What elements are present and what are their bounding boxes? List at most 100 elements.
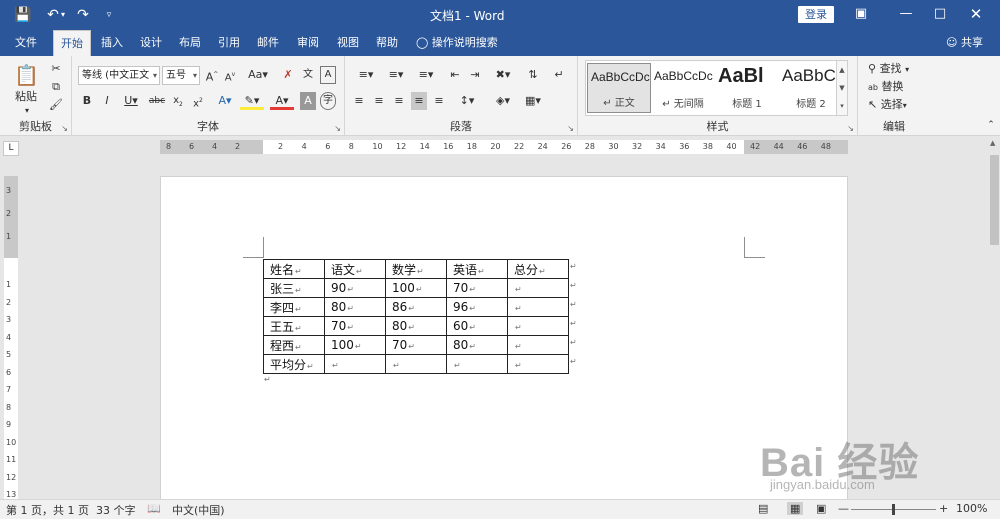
read-mode-icon[interactable]: ▤ (758, 502, 768, 515)
table-cell[interactable]: ↵ (507, 297, 569, 317)
table-cell[interactable]: 80↵ (385, 316, 447, 336)
highlight-icon[interactable]: ✎▾ (240, 92, 264, 110)
scroll-up-icon[interactable]: ▲ (990, 139, 995, 147)
superscript-icon[interactable]: x2 (190, 92, 206, 110)
shrink-font-icon[interactable]: Av (223, 66, 237, 84)
table-cell[interactable]: ↵ (507, 335, 569, 355)
customize-quick-access-icon[interactable]: ▿ (98, 5, 120, 25)
table-cell[interactable]: 100↵ (385, 278, 447, 298)
undo-dropdown-icon[interactable]: ▾ (58, 5, 68, 25)
table-cell[interactable]: 张三↵ (263, 278, 325, 298)
scroll-down-icon[interactable]: ▼ (837, 79, 847, 97)
decrease-indent-icon[interactable]: ⇤ (447, 66, 463, 84)
table-cell[interactable]: 60↵ (446, 316, 508, 336)
table-cell[interactable]: 70↵ (446, 278, 508, 298)
tab-review[interactable]: 审阅 (292, 30, 324, 56)
score-table[interactable]: 姓名↵ 语文↵ 数学↵ 英语↵ 总分↵ 张三↵ 90↵ 100↵ 70↵ ↵ 李四↵ 80↵ 86↵ 96… (263, 259, 569, 374)
table-cell[interactable]: ↵ (507, 278, 569, 298)
find-button[interactable]: ⚲ 查找 ▾ (868, 60, 928, 78)
maximize-icon[interactable]: □ (929, 4, 951, 24)
tab-mailings[interactable]: 邮件 (252, 30, 284, 56)
word-count[interactable]: 33 个字 (96, 502, 136, 518)
clipboard-launcher-icon[interactable]: ↘ (61, 124, 68, 133)
table-cell[interactable]: 李四↵ (263, 297, 325, 317)
close-icon[interactable]: ✕ (965, 4, 987, 24)
bullets-icon[interactable]: ≡▾ (353, 66, 379, 84)
font-size-combo[interactable]: 五号 ▾ (162, 66, 200, 85)
justify-icon[interactable]: ≡ (411, 92, 427, 110)
tab-file[interactable]: 文件 (8, 30, 44, 56)
table-cell[interactable]: 96↵ (446, 297, 508, 317)
proofing-icon[interactable]: 📖 (147, 502, 161, 515)
zoom-level[interactable]: 100% (956, 502, 987, 515)
table-cell[interactable]: 总分↵ (507, 259, 569, 279)
paragraph-launcher-icon[interactable]: ↘ (567, 124, 574, 133)
shading-icon[interactable]: ◈▾ (491, 92, 515, 110)
table-cell[interactable]: ↵ (324, 354, 386, 374)
table-cell[interactable]: 86↵ (385, 297, 447, 317)
table-cell[interactable]: 英语↵ (446, 259, 508, 279)
vertical-scrollbar[interactable]: ▲ (988, 137, 1000, 499)
horizontal-ruler[interactable]: 8 6 4 2 2 4 6 8 10 12 14 16 18 20 22 24 26 28 30 32 34 36 38 40… (160, 140, 848, 154)
language-indicator[interactable]: 中文(中国) (172, 502, 225, 518)
grow-font-icon[interactable]: A^ (205, 66, 219, 84)
subscript-icon[interactable]: x2 (170, 92, 186, 110)
underline-icon[interactable]: U▾ (120, 92, 142, 110)
enclosed-character-icon[interactable]: 字 (320, 92, 336, 110)
increase-indent-icon[interactable]: ⇥ (467, 66, 483, 84)
table-cell[interactable]: ↵ (507, 354, 569, 374)
tab-insert[interactable]: 插入 (96, 30, 128, 56)
multilevel-list-icon[interactable]: ≡▾ (413, 66, 439, 84)
style-normal[interactable]: AaBbCcDc ↵ 正文 (587, 63, 651, 113)
copy-icon[interactable]: ⧉ (48, 78, 64, 96)
minimize-icon[interactable]: — (895, 4, 917, 24)
table-cell[interactable]: 王五↵ (263, 316, 325, 336)
tab-help[interactable]: 帮助 (371, 30, 403, 56)
enclose-characters-icon[interactable]: A (320, 66, 336, 84)
vertical-ruler[interactable]: 3 2 1 1 2 3 4 5 6 7 8 9 10 11 12 13 (4, 176, 18, 499)
table-cell[interactable]: 语文↵ (324, 259, 386, 279)
borders-icon[interactable]: ▦▾ (521, 92, 545, 110)
show-formatting-icon[interactable]: ↵ (551, 66, 567, 84)
italic-icon[interactable]: I (100, 92, 114, 110)
align-right-icon[interactable]: ≡ (391, 92, 407, 110)
font-launcher-icon[interactable]: ↘ (334, 124, 341, 133)
tab-layout[interactable]: 布局 (174, 30, 206, 56)
bold-icon[interactable]: B (80, 92, 94, 110)
table-cell[interactable]: 80↵ (446, 335, 508, 355)
page-count[interactable]: 第 1 页，共 1 页 (6, 502, 89, 518)
tab-design[interactable]: 设计 (135, 30, 167, 56)
line-spacing-icon[interactable]: ↕▾ (455, 92, 479, 110)
strikethrough-icon[interactable]: abc (148, 92, 166, 110)
zoom-in-icon[interactable]: + (939, 502, 948, 515)
save-icon[interactable]: 💾 (12, 5, 34, 25)
table-cell[interactable]: 100↵ (324, 335, 386, 355)
style-no-spacing[interactable]: AaBbCcDc ↵ 无间隔 (651, 63, 715, 113)
table-cell[interactable]: ↵ (385, 354, 447, 374)
web-layout-icon[interactable]: ▣ (816, 502, 826, 515)
sort-icon[interactable]: ⇅ (525, 66, 541, 84)
print-layout-icon[interactable]: ▦ (787, 502, 804, 515)
cut-icon[interactable]: ✂ (48, 60, 64, 78)
tab-selector-icon[interactable]: L (3, 141, 19, 156)
table-cell[interactable]: ↵ (446, 354, 508, 374)
clear-formatting-icon[interactable]: ✗ (280, 66, 296, 84)
style-heading-2[interactable]: AaBbC 标题 2 (779, 63, 843, 113)
select-button[interactable]: ↖ 选择▾ (868, 96, 928, 114)
zoom-slider[interactable] (851, 504, 936, 515)
table-cell[interactable]: 平均分↵ (263, 354, 325, 374)
scroll-thumb[interactable] (990, 155, 999, 245)
tab-view[interactable]: 视图 (332, 30, 364, 56)
table-cell[interactable]: 数学↵ (385, 259, 447, 279)
collapse-ribbon-icon[interactable]: ⌃ (985, 116, 997, 134)
ribbon-display-options-icon[interactable]: ▣ (850, 4, 872, 24)
tab-references[interactable]: 引用 (213, 30, 245, 56)
table-cell[interactable]: 姓名↵ (263, 259, 325, 279)
align-center-icon[interactable]: ≡ (371, 92, 387, 110)
redo-icon[interactable]: ↷ (72, 5, 94, 25)
zoom-out-icon[interactable]: — (838, 502, 849, 515)
numbering-icon[interactable]: ≡▾ (383, 66, 409, 84)
tab-home[interactable]: 开始 (53, 30, 91, 56)
tell-me-search[interactable]: ◯ 操作说明搜索 (416, 30, 498, 56)
chinese-layout-icon[interactable]: ✖▾ (491, 66, 515, 84)
